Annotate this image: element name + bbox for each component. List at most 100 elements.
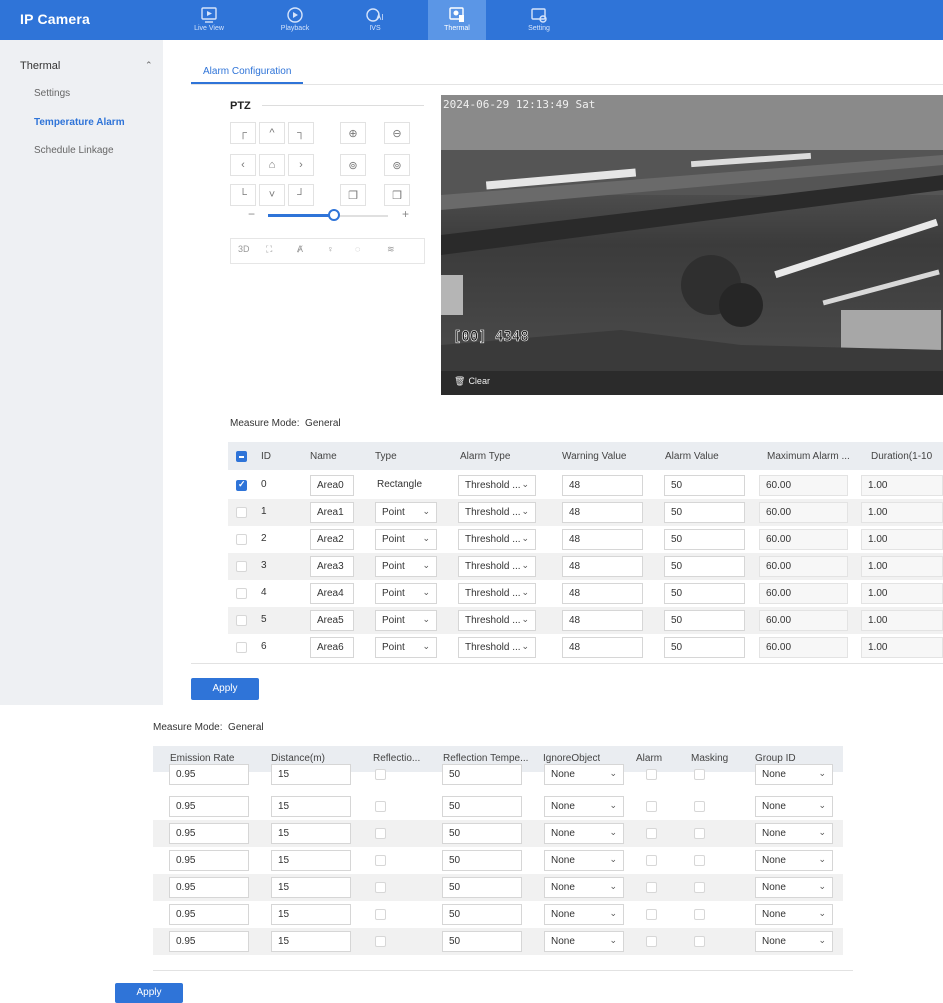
zoom-out-button[interactable]: ⊖ (384, 122, 410, 144)
alarm-checkbox[interactable] (646, 828, 657, 839)
nav-thermal[interactable]: Thermal (428, 0, 486, 40)
warning-value-input[interactable]: 48 (562, 475, 643, 496)
apply-button[interactable]: Apply (191, 678, 259, 700)
alarm-value-input[interactable]: 50 (664, 556, 745, 577)
row-checkbox[interactable] (236, 642, 247, 653)
ignore-object-select[interactable]: None ⌄ (544, 931, 624, 952)
alarm-value-input[interactable]: 50 (664, 529, 745, 550)
ptz-up-right-button[interactable]: ┐ (288, 122, 314, 144)
alarm-value-input[interactable]: 50 (664, 637, 745, 658)
masking-checkbox[interactable] (694, 855, 705, 866)
area-name-input[interactable]: Area6 (310, 637, 354, 658)
warning-value-input[interactable]: 48 (562, 610, 643, 631)
reflection-checkbox[interactable] (375, 855, 386, 866)
3d-position-icon[interactable]: 3D (238, 244, 250, 254)
row-checkbox[interactable] (236, 561, 247, 572)
alarm-type-select[interactable]: Threshold ... ⌄ (458, 610, 536, 631)
duration-input[interactable]: 1.00 (861, 583, 943, 604)
masking-checkbox[interactable] (694, 828, 705, 839)
type-select[interactable]: Point ⌄ (375, 529, 437, 550)
group-id-select[interactable]: None ⌄ (755, 764, 833, 785)
emission-rate-input[interactable]: 0.95 (169, 904, 249, 925)
duration-input[interactable]: 1.00 (861, 502, 943, 523)
max-alarm-input[interactable]: 60.00 (759, 529, 848, 550)
duration-input[interactable]: 1.00 (861, 610, 943, 631)
alarm-type-select[interactable]: Threshold ... ⌄ (458, 637, 536, 658)
alarm-type-select[interactable]: Threshold ... ⌄ (458, 529, 536, 550)
type-select[interactable]: Point ⌄ (375, 583, 437, 604)
ignore-object-select[interactable]: None ⌄ (544, 877, 624, 898)
reflection-temp-input[interactable]: 50 (442, 931, 522, 952)
ignore-object-select[interactable]: None ⌄ (544, 764, 624, 785)
duration-input[interactable]: 1.00 (861, 475, 943, 496)
distance-input[interactable]: 15 (271, 764, 351, 785)
row-checkbox[interactable] (236, 534, 247, 545)
focus-near-button[interactable]: ⊚ (340, 154, 366, 176)
select-all-checkbox[interactable] (236, 451, 247, 462)
wiper-icon[interactable]: ◌ (355, 244, 360, 254)
max-alarm-input[interactable]: 60.00 (759, 637, 848, 658)
masking-checkbox[interactable] (694, 882, 705, 893)
distance-input[interactable]: 15 (271, 877, 351, 898)
iris-close-button[interactable]: ❒ (384, 184, 410, 206)
ptz-speed-slider[interactable]: − + (230, 207, 425, 222)
emission-rate-input[interactable]: 0.95 (169, 877, 249, 898)
zoom-in-button[interactable]: ⊕ (340, 122, 366, 144)
chevron-up-icon[interactable]: ⌃ (145, 60, 153, 71)
area-name-input[interactable]: Area0 (310, 475, 354, 496)
ignore-object-select[interactable]: None ⌄ (544, 850, 624, 871)
alarm-value-input[interactable]: 50 (664, 610, 745, 631)
reflection-temp-input[interactable]: 50 (442, 850, 522, 871)
reflection-temp-input[interactable]: 50 (442, 764, 522, 785)
nav-playback[interactable]: Playback (266, 0, 324, 40)
ptz-up-button[interactable]: ^ (259, 122, 285, 144)
sidebar-item-settings[interactable]: Settings (34, 88, 70, 99)
distance-input[interactable]: 15 (271, 931, 351, 952)
distance-input[interactable]: 15 (271, 796, 351, 817)
nav-ivs[interactable]: AI IVS (346, 0, 404, 40)
nav-setting[interactable]: Setting (510, 0, 568, 40)
alarm-checkbox[interactable] (646, 855, 657, 866)
distance-input[interactable]: 15 (271, 823, 351, 844)
group-id-select[interactable]: None ⌄ (755, 877, 833, 898)
masking-checkbox[interactable] (694, 909, 705, 920)
type-select[interactable]: Point ⌄ (375, 610, 437, 631)
emission-rate-input[interactable]: 0.95 (169, 931, 249, 952)
group-id-select[interactable]: None ⌄ (755, 823, 833, 844)
slider-handle[interactable] (328, 209, 340, 221)
reflection-checkbox[interactable] (375, 769, 386, 780)
reflection-checkbox[interactable] (375, 828, 386, 839)
speed-increase-icon[interactable]: + (402, 207, 409, 221)
alarm-value-input[interactable]: 50 (664, 502, 745, 523)
warning-value-input[interactable]: 48 (562, 637, 643, 658)
alarm-type-select[interactable]: Threshold ... ⌄ (458, 583, 536, 604)
row-checkbox[interactable] (236, 479, 247, 491)
alarm-type-select[interactable]: Threshold ... ⌄ (458, 475, 536, 496)
area-name-input[interactable]: Area4 (310, 583, 354, 604)
ptz-left-button[interactable]: ‹ (230, 154, 256, 176)
light-icon[interactable]: ♀ (327, 244, 334, 254)
focus-far-button[interactable]: ⊚ (384, 154, 410, 176)
duration-input[interactable]: 1.00 (861, 637, 943, 658)
ptz-up-left-button[interactable]: ┌ (230, 122, 256, 144)
heater-icon[interactable]: ≋ (387, 244, 395, 255)
alarm-type-select[interactable]: Threshold ... ⌄ (458, 502, 536, 523)
group-id-select[interactable]: None ⌄ (755, 931, 833, 952)
max-alarm-input[interactable]: 60.00 (759, 556, 848, 577)
emission-rate-input[interactable]: 0.95 (169, 823, 249, 844)
group-id-select[interactable]: None ⌄ (755, 796, 833, 817)
sidebar-section-thermal[interactable]: Thermal (20, 60, 60, 72)
ignore-object-select[interactable]: None ⌄ (544, 904, 624, 925)
masking-checkbox[interactable] (694, 801, 705, 812)
distance-input[interactable]: 15 (271, 904, 351, 925)
alarm-checkbox[interactable] (646, 936, 657, 947)
auto-focus-icon[interactable]: ⛶ (266, 244, 272, 255)
tab-alarm-configuration[interactable]: Alarm Configuration (191, 62, 304, 84)
auto-scan-icon[interactable]: Ⱥ (297, 244, 303, 254)
area-name-input[interactable]: Area3 (310, 556, 354, 577)
reflection-temp-input[interactable]: 50 (442, 904, 522, 925)
alarm-value-input[interactable]: 50 (664, 583, 745, 604)
reflection-checkbox[interactable] (375, 882, 386, 893)
sidebar-item-temperature-alarm[interactable]: Temperature Alarm (34, 117, 125, 128)
nav-live-view[interactable]: Live View (180, 0, 238, 40)
